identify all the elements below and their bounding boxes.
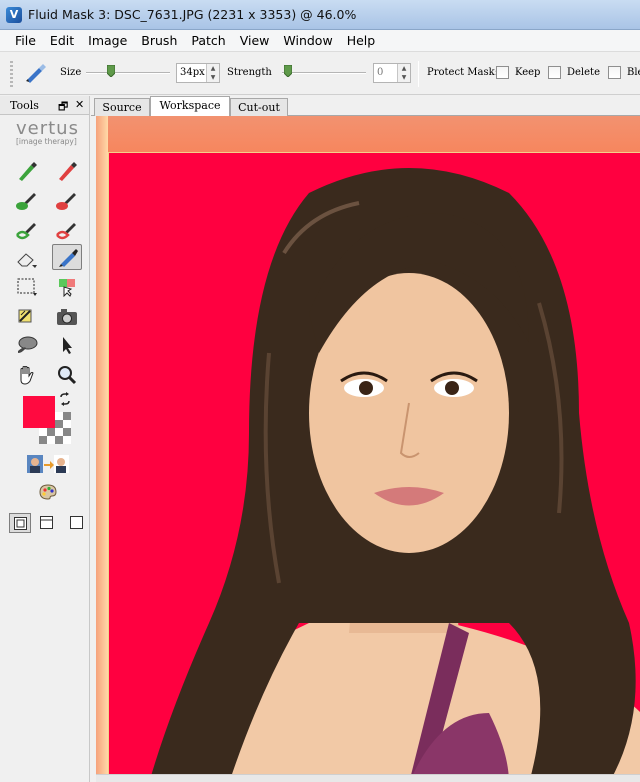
menu-bar: File Edit Image Brush Patch View Window … <box>0 30 640 52</box>
title-bar: V Fluid Mask 3: DSC_7631.JPG (2231 x 335… <box>0 0 640 30</box>
patch-brush-tool[interactable] <box>52 244 82 270</box>
tab-cut-out[interactable]: Cut-out <box>230 98 288 116</box>
menu-view[interactable]: View <box>233 33 277 48</box>
view-mode-split-button[interactable] <box>40 516 54 530</box>
menu-help[interactable]: Help <box>340 33 383 48</box>
tab-source[interactable]: Source <box>94 98 150 116</box>
blob-tool[interactable] <box>12 332 42 358</box>
arrow-pointer-tool[interactable] <box>52 332 82 358</box>
view-mode-single-button[interactable] <box>70 516 84 530</box>
palette-icon[interactable] <box>39 484 57 500</box>
eraser-icon <box>17 253 37 268</box>
size-label: Size <box>60 67 82 78</box>
blob-icon <box>18 336 38 353</box>
float-panel-icon[interactable]: 🗗 <box>58 98 68 117</box>
window-title: Fluid Mask 3: DSC_7631.JPG (2231 x 3353)… <box>28 7 357 22</box>
vertus-logo: vertus [image therapy] <box>16 118 79 146</box>
menu-patch[interactable]: Patch <box>184 33 232 48</box>
strength-value[interactable]: 0 <box>377 67 383 78</box>
hand-icon <box>20 366 34 385</box>
portrait-photo <box>149 168 640 782</box>
lasso-brush-green-icon <box>16 223 36 240</box>
delete-label: Delete <box>567 67 600 78</box>
zoom-tool[interactable] <box>52 362 82 388</box>
blend-label: Ble <box>627 67 640 78</box>
strength-slider-track[interactable] <box>282 72 366 74</box>
local-mask-icon <box>18 309 32 323</box>
pencil-red-tool[interactable] <box>52 158 82 184</box>
toolbar-separator <box>418 61 419 87</box>
rectangle-select-tool[interactable] <box>12 274 42 300</box>
lasso-brush-green-tool[interactable] <box>12 218 42 244</box>
view-single-icon <box>70 516 83 529</box>
protect-mask-label: Protect Mask: <box>427 67 499 78</box>
color-pick-tool[interactable] <box>52 274 82 300</box>
tool-options-bar: Size 34px ▲ ▼ Strength 0 ▲ ▼ Protect Mas… <box>0 53 640 95</box>
document-tab-bar: Source Workspace Cut-out <box>91 96 640 117</box>
eraser-tool[interactable] <box>12 246 42 272</box>
size-value[interactable]: 34px <box>180 67 205 78</box>
workspace-canvas[interactable] <box>96 116 640 782</box>
strength-up-arrow-icon[interactable]: ▲ <box>398 64 410 73</box>
view-mode-combined-button[interactable] <box>9 513 31 533</box>
brush-red-icon <box>56 193 76 210</box>
brush-green-icon <box>16 193 36 210</box>
view-split-icon <box>40 516 53 529</box>
lasso-brush-red-icon <box>56 223 76 240</box>
menu-brush[interactable]: Brush <box>134 33 184 48</box>
brush-red-tool[interactable] <box>52 188 82 214</box>
camera-icon <box>57 309 77 325</box>
swap-colors-icon[interactable] <box>58 392 72 406</box>
photo-image[interactable] <box>108 152 640 782</box>
keep-checkbox[interactable] <box>496 66 509 79</box>
local-mask-tool[interactable] <box>12 304 42 330</box>
arrow-pointer-icon <box>63 337 72 354</box>
size-slider-thumb[interactable] <box>107 65 115 77</box>
lasso-brush-red-tool[interactable] <box>52 218 82 244</box>
size-slider-track[interactable] <box>86 72 170 74</box>
delete-checkbox[interactable] <box>548 66 561 79</box>
close-panel-icon[interactable]: ✕ <box>75 98 84 111</box>
strength-label: Strength <box>227 67 272 78</box>
size-stepper[interactable]: 34px ▲ ▼ <box>176 63 220 83</box>
pencil-green-icon <box>19 162 37 181</box>
horizontal-scrollbar[interactable] <box>96 774 640 782</box>
toolbar-grip[interactable] <box>10 61 13 87</box>
zoom-icon <box>58 366 77 385</box>
app-logo-icon: V <box>6 6 22 23</box>
camera-tool[interactable] <box>52 304 82 330</box>
color-pick-icon <box>59 279 75 297</box>
pencil-red-icon <box>59 162 77 181</box>
pencil-green-tool[interactable] <box>12 158 42 184</box>
patch-brush-icon <box>59 249 78 267</box>
strength-slider-thumb[interactable] <box>284 65 292 77</box>
view-combined-icon <box>14 517 27 530</box>
menu-image[interactable]: Image <box>81 33 134 48</box>
menu-edit[interactable]: Edit <box>43 33 81 48</box>
menu-file[interactable]: File <box>8 33 43 48</box>
hand-tool[interactable] <box>12 362 42 388</box>
tab-workspace[interactable]: Workspace <box>150 96 230 117</box>
logo-subtitle: [image therapy] <box>16 137 77 146</box>
strength-down-arrow-icon[interactable]: ▼ <box>398 73 410 82</box>
keep-label: Keep <box>515 67 541 78</box>
brush-tool-icon <box>26 64 46 83</box>
tools-panel-header: Tools 🗗 ✕ <box>0 96 89 115</box>
tools-panel: Tools 🗗 ✕ vertus [image therapy] <box>0 96 90 782</box>
menu-window[interactable]: Window <box>276 33 339 48</box>
blend-checkbox[interactable] <box>608 66 621 79</box>
size-down-arrow-icon[interactable]: ▼ <box>207 73 219 82</box>
swap-views-icon[interactable] <box>26 454 70 474</box>
brush-green-tool[interactable] <box>12 188 42 214</box>
tools-panel-title: Tools <box>10 98 39 112</box>
strength-stepper[interactable]: 0 ▲ ▼ <box>373 63 411 83</box>
logo-word: vertus <box>16 118 79 139</box>
rectangle-select-icon <box>17 278 37 296</box>
size-up-arrow-icon[interactable]: ▲ <box>207 64 219 73</box>
